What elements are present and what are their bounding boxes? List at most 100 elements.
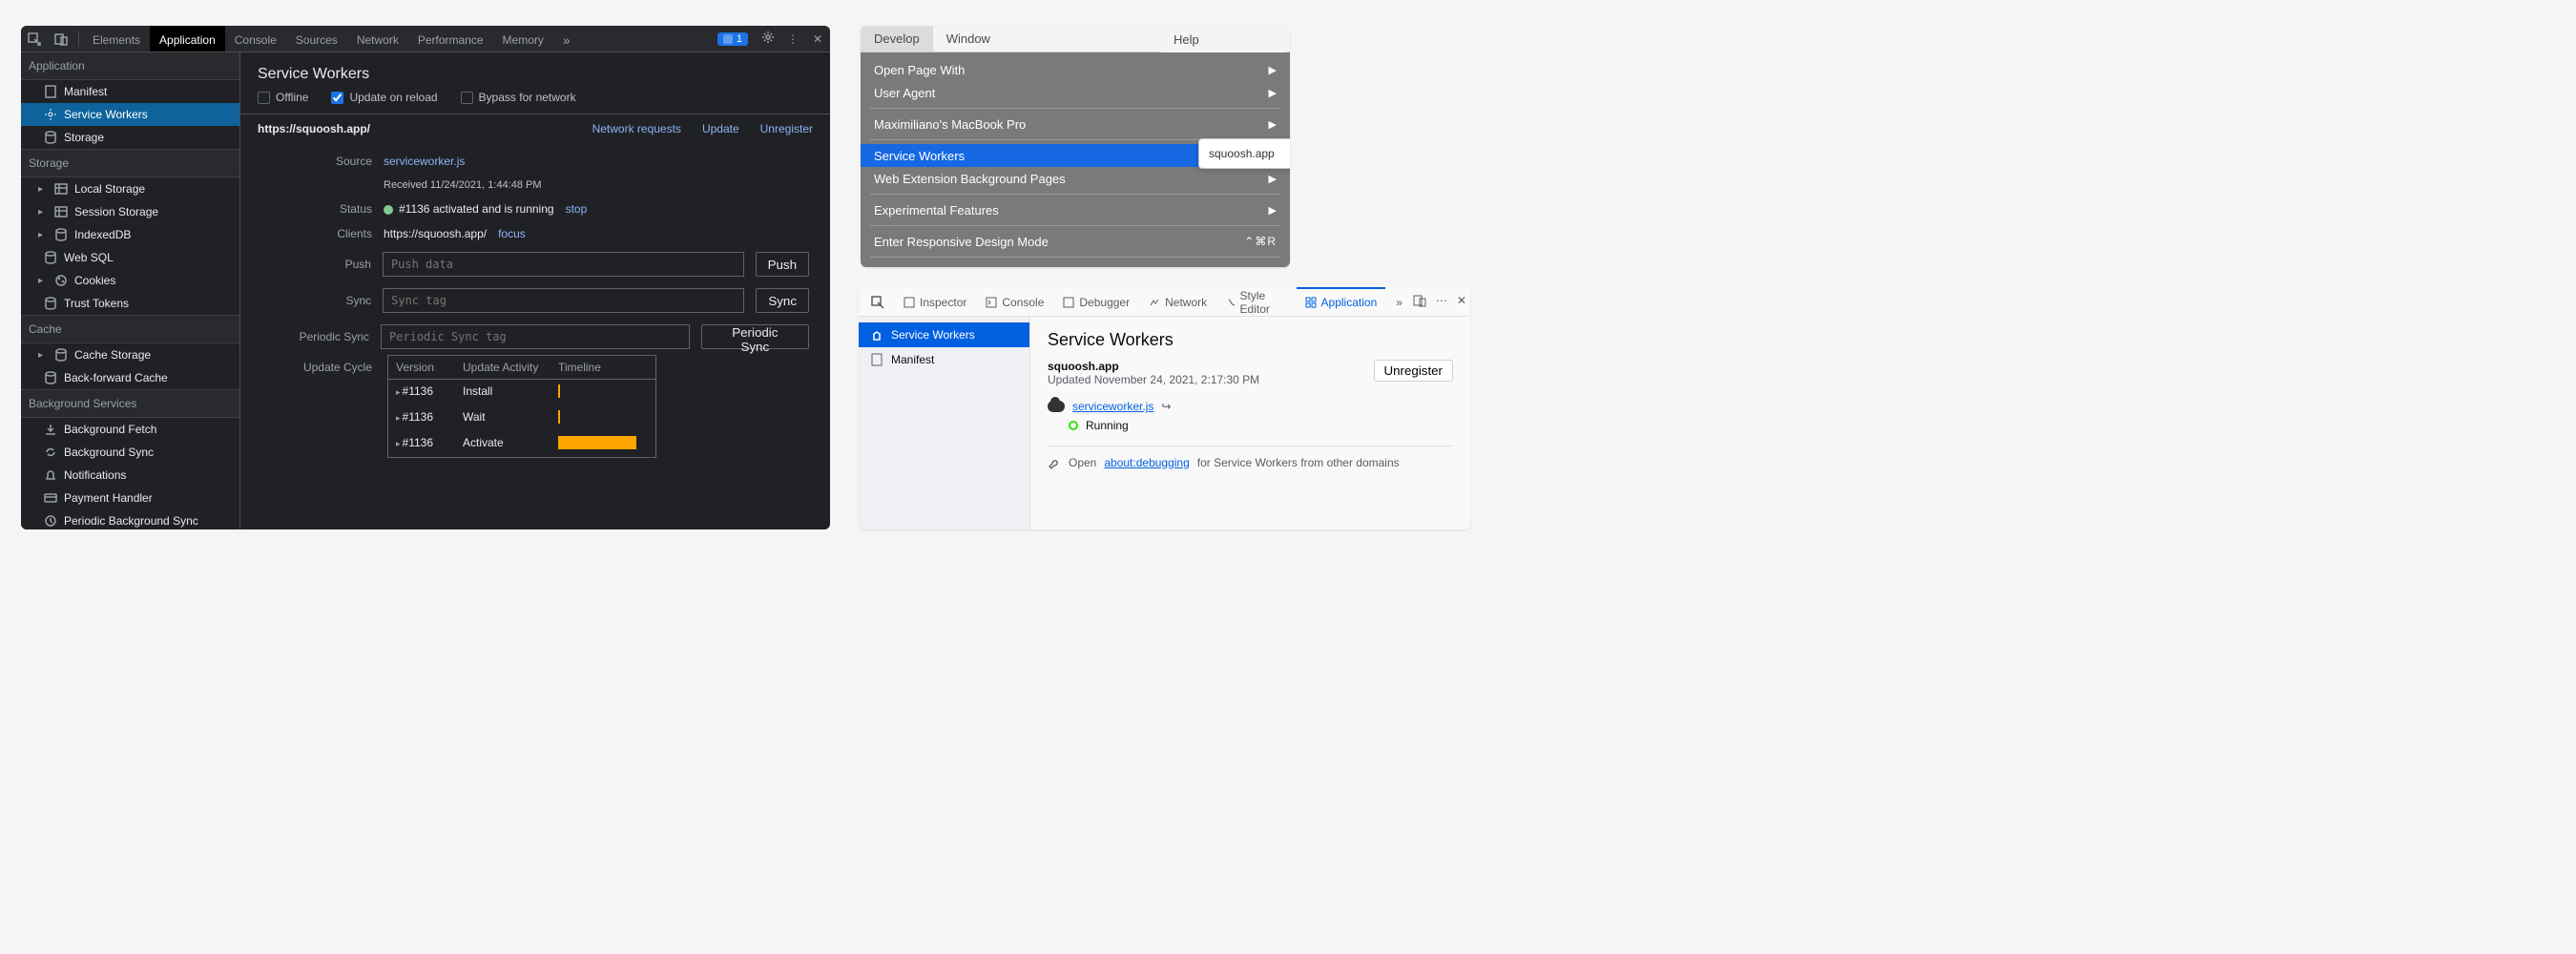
- sidebar-item-bg-fetch[interactable]: Background Fetch: [21, 418, 239, 441]
- application-main: Service Workers Offline Update on reload…: [240, 52, 830, 529]
- tab-application[interactable]: Application: [150, 26, 225, 52]
- close-icon[interactable]: ✕: [805, 32, 830, 46]
- issues-badge[interactable]: 1: [717, 32, 748, 46]
- ff-tab-console[interactable]: Console: [977, 288, 1052, 317]
- sidebar-item-storage[interactable]: Storage: [21, 126, 239, 149]
- submenu-item-host[interactable]: squoosh.app: [1199, 143, 1290, 164]
- periodic-sync-input[interactable]: [381, 324, 690, 349]
- status-value: #1136 activated and is running: [384, 202, 554, 216]
- settings-icon[interactable]: [756, 31, 780, 47]
- sidebar-item-trust-tokens[interactable]: Trust Tokens: [21, 292, 239, 315]
- menu-snippet-editor[interactable]: Show Snippet Editor: [861, 261, 1290, 267]
- ff-footer: Open about:debugging for Service Workers…: [1048, 456, 1453, 469]
- menu-web-ext-bg-pages[interactable]: Web Extension Background Pages▶: [861, 167, 1290, 190]
- ff-sidebar: Service Workers Manifest: [859, 317, 1030, 529]
- sidebar-item-bfcache[interactable]: Back-forward Cache: [21, 366, 239, 389]
- expand-icon[interactable]: ▸: [396, 439, 401, 448]
- ff-inspect-icon[interactable]: [862, 288, 893, 317]
- label-periodic-sync: Periodic Sync: [261, 330, 369, 343]
- menu-responsive-design[interactable]: Enter Responsive Design Mode⌃⌘R: [861, 230, 1290, 253]
- side-section-application: Application: [21, 52, 239, 80]
- label-update-cycle: Update Cycle: [261, 361, 372, 374]
- timeline-bar: [558, 436, 636, 449]
- ff-tab-style-editor[interactable]: Style Editor: [1217, 288, 1294, 317]
- menu-experimental-features[interactable]: Experimental Features▶: [861, 198, 1290, 221]
- ff-unregister-button[interactable]: Unregister: [1374, 360, 1453, 382]
- tab-memory[interactable]: Memory: [493, 26, 553, 52]
- link-update[interactable]: Update: [702, 122, 739, 135]
- received-timestamp: Received 11/24/2021, 1:44:48 PM: [384, 179, 542, 191]
- col-activity: Update Activity: [455, 356, 551, 379]
- link-network-requests[interactable]: Network requests: [592, 122, 681, 135]
- sidebar-item-cache-storage[interactable]: Cache Storage: [21, 343, 239, 366]
- ff-tab-debugger[interactable]: Debugger: [1054, 288, 1138, 317]
- side-section-cache: Cache: [21, 315, 239, 343]
- submenu-arrow-icon: ▶: [1269, 173, 1277, 185]
- submenu-arrow-icon: ▶: [1269, 87, 1277, 99]
- sidebar-item-periodic-bg-sync[interactable]: Periodic Background Sync: [21, 509, 239, 529]
- menubar-develop[interactable]: Develop: [861, 26, 933, 52]
- debug-arrow-icon[interactable]: ↪: [1161, 400, 1171, 413]
- checkbox-bypass-network[interactable]: Bypass for network: [461, 91, 576, 104]
- ff-sidebar-item-service-workers[interactable]: Service Workers: [859, 322, 1029, 347]
- source-script-link[interactable]: serviceworker.js: [384, 155, 465, 168]
- sync-button[interactable]: Sync: [756, 288, 809, 313]
- sidebar-item-notifications[interactable]: Notifications: [21, 464, 239, 487]
- expand-icon[interactable]: ▸: [396, 387, 401, 397]
- ff-tab-network[interactable]: Network: [1140, 288, 1215, 317]
- ff-responsive-icon[interactable]: [1413, 294, 1426, 310]
- sw-options: Offline Update on reload Bypass for netw…: [240, 91, 830, 114]
- ff-more-icon[interactable]: ⋯: [1436, 294, 1447, 310]
- sidebar-item-websql[interactable]: Web SQL: [21, 246, 239, 269]
- sidebar-item-manifest[interactable]: Manifest: [21, 80, 239, 103]
- sidebar-item-session-storage[interactable]: Session Storage: [21, 200, 239, 223]
- checkbox-update-on-reload[interactable]: Update on reload: [331, 91, 437, 104]
- sync-input[interactable]: [383, 288, 744, 313]
- service-workers-submenu: squoosh.app: [1198, 138, 1290, 169]
- ff-about-debugging-link[interactable]: about:debugging: [1104, 456, 1189, 469]
- sidebar-item-local-storage[interactable]: Local Storage: [21, 177, 239, 200]
- link-stop[interactable]: stop: [566, 202, 588, 216]
- sidebar-item-payment-handler[interactable]: Payment Handler: [21, 487, 239, 509]
- origin-bar: https://squoosh.app/ Network requests Up…: [240, 114, 830, 143]
- link-focus[interactable]: focus: [498, 227, 526, 240]
- safari-develop-menu: Develop Window Open Page With▶ User Agen…: [861, 26, 1290, 267]
- menubar-help[interactable]: Help: [1156, 26, 1290, 52]
- device-toggle-icon[interactable]: [48, 26, 74, 52]
- sidebar-item-bg-sync[interactable]: Background Sync: [21, 441, 239, 464]
- clients-value: https://squoosh.app/: [384, 227, 487, 240]
- menu-device[interactable]: Maximiliano's MacBook Pro▶: [861, 113, 1290, 135]
- expand-icon[interactable]: ▸: [396, 413, 401, 423]
- tab-sources[interactable]: Sources: [286, 26, 347, 52]
- tab-network[interactable]: Network: [347, 26, 408, 52]
- checkbox-icon: [331, 92, 343, 104]
- menu-open-page-with[interactable]: Open Page With▶: [861, 58, 1290, 81]
- ff-script-link[interactable]: serviceworker.js: [1072, 400, 1153, 413]
- ff-tab-application[interactable]: Application: [1297, 287, 1386, 316]
- periodic-sync-button[interactable]: Periodic Sync: [701, 324, 809, 349]
- tab-console[interactable]: Console: [225, 26, 286, 52]
- ff-sidebar-item-manifest[interactable]: Manifest: [859, 347, 1029, 372]
- inspect-icon[interactable]: [21, 26, 48, 52]
- checkbox-offline[interactable]: Offline: [258, 91, 308, 104]
- tab-performance[interactable]: Performance: [408, 26, 493, 52]
- label-sync: Sync: [261, 294, 371, 307]
- more-icon[interactable]: ⋮: [780, 32, 805, 46]
- push-input[interactable]: [383, 252, 744, 277]
- tab-elements[interactable]: Elements: [83, 26, 150, 52]
- menubar-window[interactable]: Window: [933, 26, 1004, 52]
- menu-user-agent[interactable]: User Agent▶: [861, 81, 1290, 104]
- sidebar-item-indexeddb[interactable]: IndexedDB: [21, 223, 239, 246]
- submenu-arrow-icon: ▶: [1269, 118, 1277, 131]
- ff-tab-inspector[interactable]: Inspector: [895, 288, 975, 317]
- ff-running-status: Running: [1086, 419, 1129, 432]
- ff-tabs-overflow-icon[interactable]: »: [1387, 288, 1411, 317]
- sidebar-item-service-workers[interactable]: Service Workers: [21, 103, 239, 126]
- running-dot-icon: [1069, 421, 1078, 430]
- ff-close-icon[interactable]: ✕: [1457, 294, 1466, 310]
- link-unregister[interactable]: Unregister: [760, 122, 813, 135]
- label-source: Source: [261, 155, 372, 168]
- sidebar-item-cookies[interactable]: Cookies: [21, 269, 239, 292]
- push-button[interactable]: Push: [756, 252, 809, 277]
- tabs-overflow-icon[interactable]: »: [553, 26, 580, 52]
